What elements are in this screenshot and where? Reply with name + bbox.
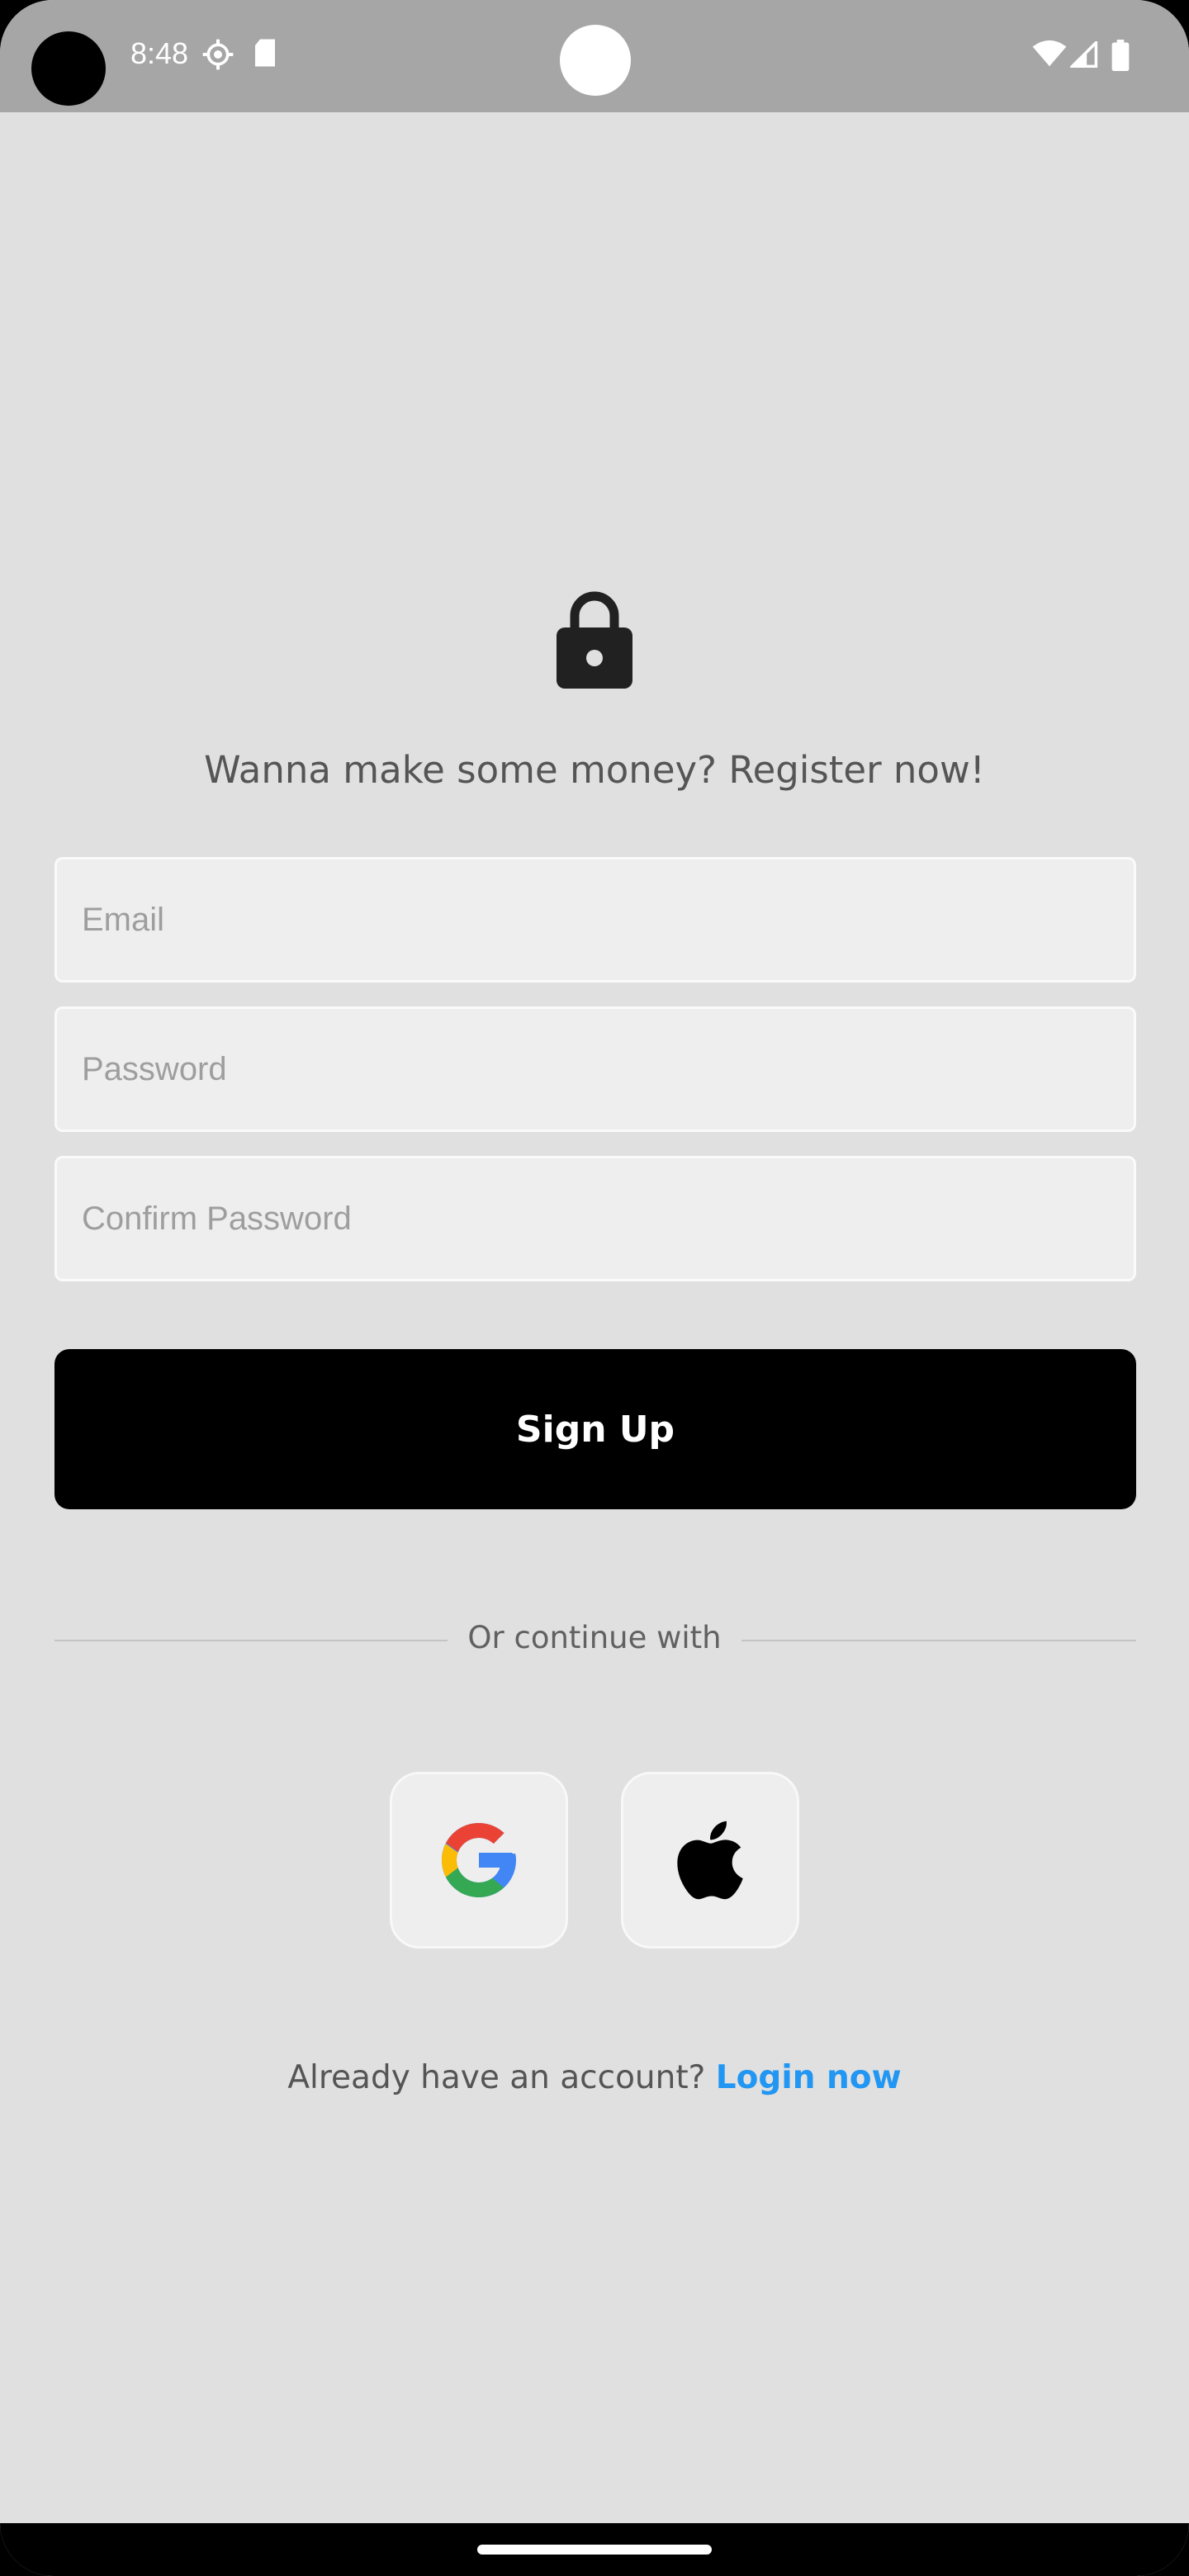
status-bar: 8:48 bbox=[0, 0, 1189, 112]
login-prompt: Already have an account? Login now bbox=[0, 2059, 1189, 2096]
login-now-link[interactable]: Login now bbox=[716, 2059, 902, 2096]
google-sign-in-button[interactable] bbox=[390, 1772, 568, 1949]
sign-up-button[interactable]: Sign Up bbox=[54, 1349, 1136, 1509]
apple-sign-in-button[interactable] bbox=[621, 1772, 799, 1949]
cell-signal-icon bbox=[1068, 39, 1098, 72]
settings-icon bbox=[201, 38, 234, 75]
lock-icon bbox=[555, 588, 634, 690]
front-camera-dot bbox=[560, 25, 631, 96]
page-headline: Wanna make some money? Register now! bbox=[204, 748, 985, 792]
google-icon bbox=[442, 1823, 516, 1897]
email-field[interactable] bbox=[54, 857, 1136, 983]
confirm-password-field[interactable] bbox=[54, 1156, 1136, 1281]
divider-label: Or continue with bbox=[467, 1620, 722, 1655]
phone-screen: 8:48 Wanna make some money? Register now… bbox=[0, 0, 1189, 2576]
apple-icon bbox=[677, 1821, 743, 1900]
password-field[interactable] bbox=[54, 1006, 1136, 1132]
status-time: 8:48 bbox=[130, 36, 189, 70]
home-indicator[interactable] bbox=[477, 2545, 712, 2555]
login-prompt-text: Already have an account? bbox=[287, 2059, 706, 2096]
battery-icon bbox=[1111, 40, 1130, 75]
camera-cutout bbox=[31, 31, 106, 106]
wifi-icon bbox=[1032, 40, 1067, 72]
divider-line-right bbox=[741, 1640, 1136, 1641]
sd-card-icon bbox=[253, 38, 277, 72]
